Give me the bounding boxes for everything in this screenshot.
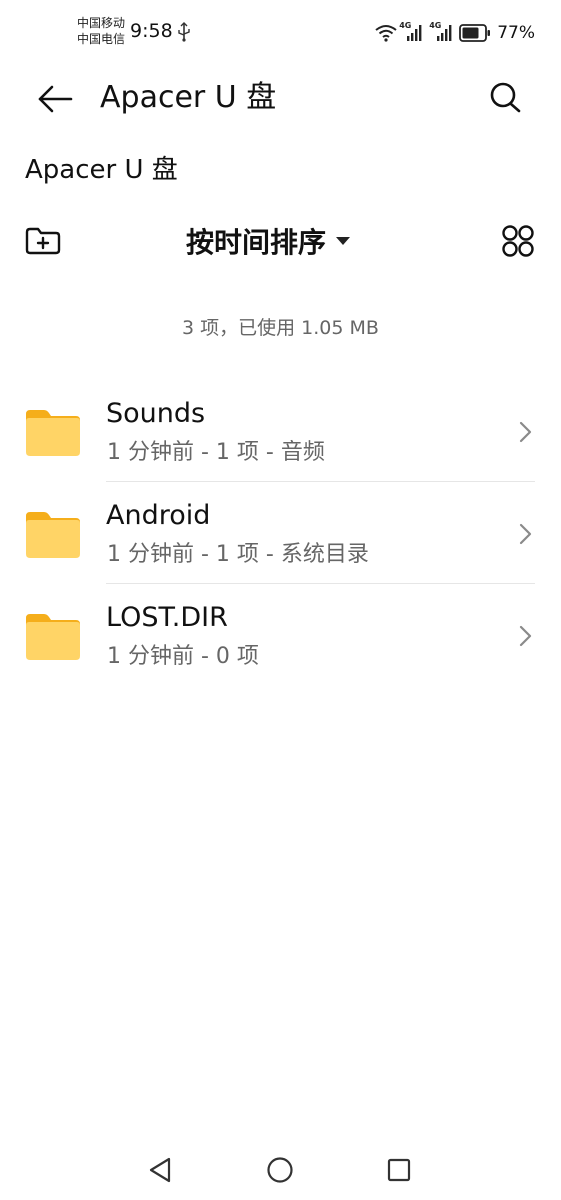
file-meta: 1 分钟前 - 1 项 - 音频 — [107, 440, 325, 465]
file-name: LOST.DIR — [106, 602, 228, 633]
usb-icon — [178, 22, 190, 42]
chevron-right-icon — [519, 421, 532, 443]
system-nav-bar — [0, 1140, 561, 1200]
folder-icon — [26, 614, 80, 660]
nav-home-button[interactable] — [264, 1154, 296, 1186]
battery-percent: 77% — [497, 23, 535, 43]
sort-dropdown[interactable]: 按时间排序 — [186, 222, 351, 260]
circle-home-icon — [267, 1157, 293, 1183]
list-item[interactable]: Android 1 分钟前 - 1 项 - 系统目录 — [0, 482, 561, 584]
carrier-1: 中国移动 — [77, 16, 126, 30]
status-time: 9:58 — [130, 20, 173, 42]
nav-back-button[interactable] — [144, 1154, 176, 1186]
storage-summary: 3 项，已使用 1.05 MB — [182, 317, 379, 339]
signal-group-2: 4G — [429, 21, 453, 43]
chevron-right-icon — [519, 625, 532, 647]
search-button[interactable] — [484, 76, 526, 118]
chevron-right-icon — [519, 523, 532, 545]
sort-label: 按时间排序 — [186, 226, 327, 259]
page-title: Apacer U 盘 — [100, 80, 277, 115]
file-meta: 1 分钟前 - 0 项 — [107, 644, 259, 669]
wifi-icon — [375, 25, 397, 42]
new-folder-button[interactable] — [22, 222, 64, 260]
triangle-back-icon — [149, 1157, 171, 1183]
carrier-names: 中国移动 中国电信 — [77, 15, 125, 47]
folder-icon — [26, 410, 80, 456]
file-meta: 1 分钟前 - 1 项 - 系统目录 — [107, 542, 369, 567]
status-bar: 中国移动 中国电信 9:58 4G 4G 77% — [0, 0, 561, 62]
square-recents-icon — [387, 1158, 411, 1182]
signal-group-1: 4G — [399, 21, 423, 43]
breadcrumb[interactable]: Apacer U 盘 — [25, 152, 178, 188]
grid-view-icon — [502, 225, 534, 257]
list-item[interactable]: LOST.DIR 1 分钟前 - 0 项 — [0, 584, 561, 686]
carrier-2: 中国电信 — [77, 32, 126, 46]
list-item[interactable]: Sounds 1 分钟前 - 1 项 - 音频 — [0, 380, 561, 482]
back-button[interactable] — [34, 78, 76, 120]
arrow-left-icon — [38, 85, 73, 113]
file-list: Sounds 1 分钟前 - 1 项 - 音频 Android 1 分钟前 - … — [0, 380, 561, 686]
file-name: Android — [106, 500, 211, 531]
search-icon — [490, 82, 521, 113]
nav-recents-button[interactable] — [383, 1154, 415, 1186]
network-type-1: 4G — [399, 21, 412, 30]
file-name: Sounds — [106, 398, 206, 429]
network-type-2: 4G — [429, 21, 442, 30]
battery-icon — [459, 24, 491, 42]
new-folder-icon — [25, 227, 61, 255]
grid-view-button[interactable] — [497, 220, 539, 262]
folder-icon — [26, 512, 80, 558]
caret-down-icon — [336, 237, 351, 245]
status-icons: 4G 4G 77% — [375, 20, 535, 46]
